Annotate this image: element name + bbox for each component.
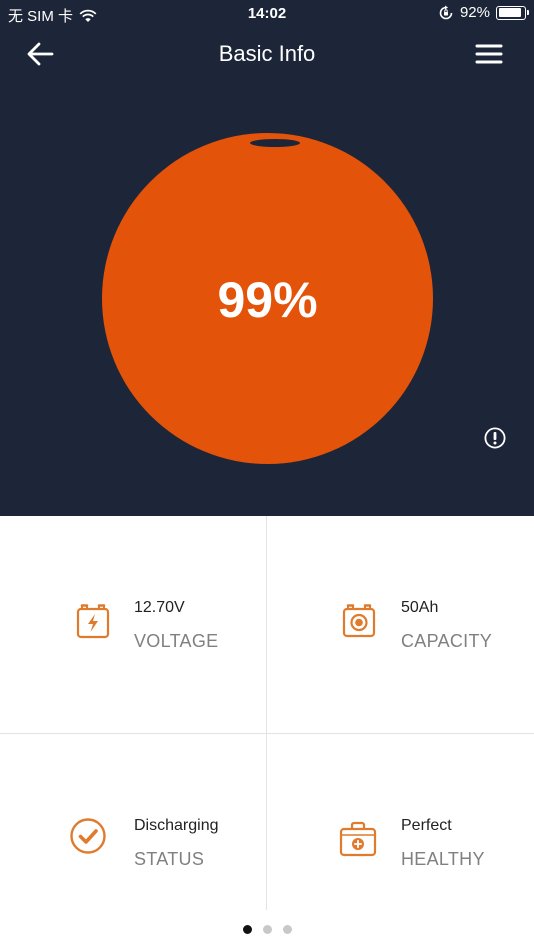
health-cell: Perfect HEALTHY	[267, 734, 534, 950]
page-dot[interactable]	[242, 925, 252, 934]
battery-gauge: 99%	[102, 133, 433, 464]
header: Basic Info	[0, 28, 534, 80]
health-label: HEALTHY	[401, 849, 485, 869]
status-value: Discharging	[134, 817, 219, 834]
info-grid: 12.70V VOLTAGE 50Ah CAPACITY Discharging…	[0, 516, 534, 916]
orientation-lock-icon	[439, 5, 453, 19]
voltage-cell: 12.70V VOLTAGE	[0, 516, 267, 733]
battery-icon	[496, 5, 529, 20]
capacity-label: CAPACITY	[401, 631, 493, 651]
hamburger-menu-icon	[475, 44, 503, 64]
top-panel: 无 SIM 卡 14:02 92% Basic Info 99%	[0, 0, 534, 516]
check-circle-icon	[70, 818, 106, 854]
status-cell: Discharging STATUS	[0, 734, 267, 950]
battery-bolt-icon	[76, 604, 110, 639]
medical-kit-icon	[339, 821, 377, 857]
status-bar: 无 SIM 卡 14:02 92%	[0, 0, 534, 28]
page-indicator	[0, 925, 534, 934]
capacity-cell: 50Ah CAPACITY	[267, 516, 534, 733]
gauge-value: 99%	[217, 272, 318, 328]
voltage-label: VOLTAGE	[134, 631, 219, 651]
app-screen: 无 SIM 卡 14:02 92% Basic Info 99% 12.70V …	[0, 0, 534, 950]
health-value: Perfect	[401, 817, 452, 834]
status-right: 92%	[438, 4, 529, 21]
info-button[interactable]	[484, 427, 506, 449]
capacity-value: 50Ah	[401, 599, 439, 616]
battery-target-icon	[342, 604, 376, 638]
exclamation-circle-icon	[484, 427, 506, 449]
page-dot[interactable]	[262, 925, 272, 934]
page-dot[interactable]	[282, 925, 292, 934]
page-title: Basic Info	[218, 41, 316, 66]
battery-percent: 92%	[459, 4, 490, 21]
voltage-value: 12.70V	[134, 599, 185, 616]
status-label: STATUS	[134, 849, 205, 869]
gauge-empty-segment	[250, 139, 300, 147]
battery-fill	[498, 8, 521, 17]
menu-button[interactable]	[474, 40, 504, 68]
